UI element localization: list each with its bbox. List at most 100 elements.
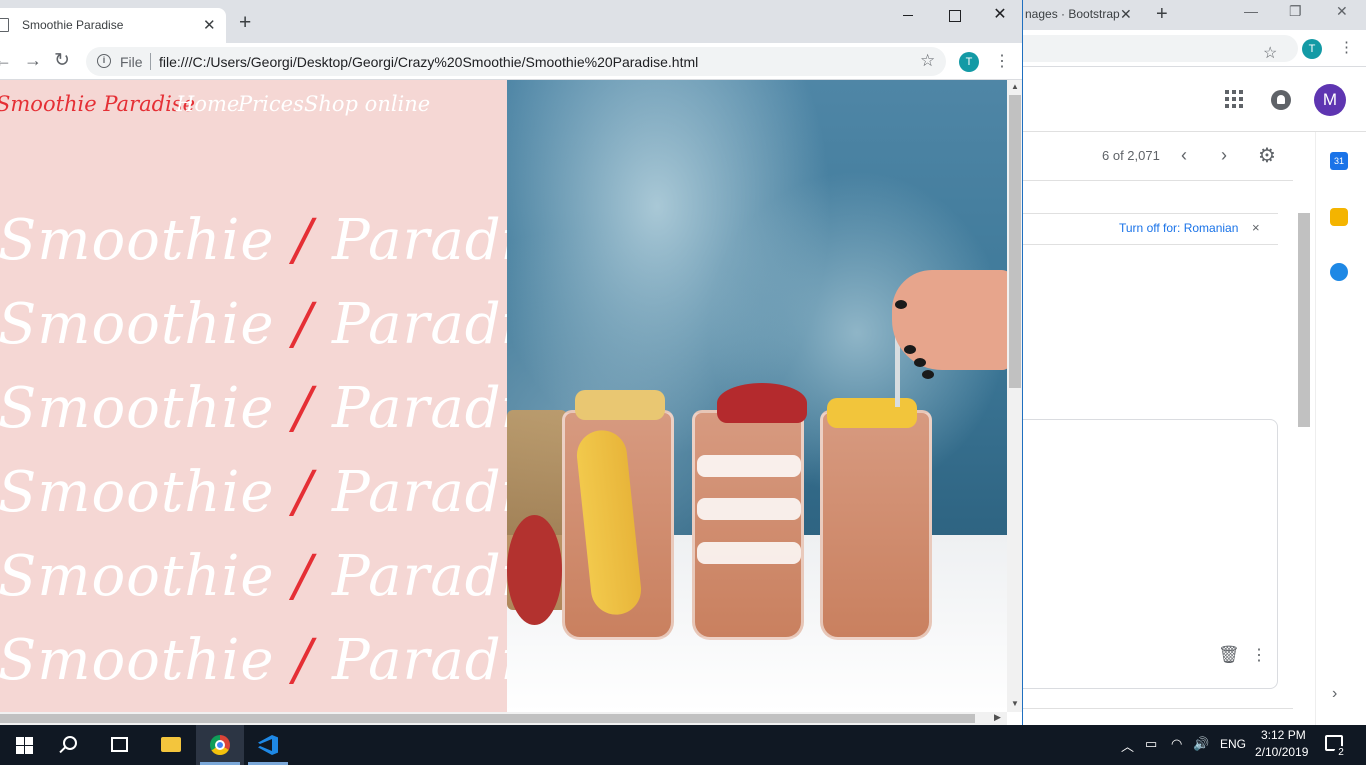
- background-tab-close-icon[interactable]: ✕: [1120, 6, 1132, 23]
- keep-icon[interactable]: [1330, 208, 1348, 226]
- apps-grid-icon[interactable]: [1225, 90, 1243, 108]
- gmail-side-panel: 31 ›: [1315, 132, 1366, 725]
- nav-link-prices[interactable]: Prices: [238, 92, 304, 116]
- more-options-icon[interactable]: ⋮: [1251, 645, 1267, 665]
- hero-text-panel: Smoothie Paradise Home Prices Shop onlin…: [0, 80, 583, 712]
- hero-word-smoothie: Smoothie: [0, 208, 275, 273]
- vertical-scrollbar-thumb[interactable]: [1009, 95, 1021, 388]
- hero-slash: /: [293, 208, 314, 273]
- background-tab-title: nages · Bootstrap: [1025, 7, 1120, 21]
- nav-link-shop-online[interactable]: Shop online: [304, 92, 430, 116]
- background-minimize-button[interactable]: —: [1244, 3, 1258, 19]
- calendar-icon[interactable]: 31: [1330, 152, 1348, 170]
- hero-heading-line: Smoothie / Paradise: [0, 460, 584, 544]
- url-separator: [150, 53, 151, 70]
- scroll-right-arrow-icon[interactable]: ▶: [994, 712, 1001, 723]
- vertical-scrollbar[interactable]: ▲ ▼: [1007, 80, 1022, 712]
- scroll-down-arrow-icon[interactable]: ▼: [1011, 699, 1019, 708]
- translate-turn-off-link[interactable]: Turn off for: Romanian: [1119, 221, 1238, 235]
- vscode-taskbar-button[interactable]: [244, 725, 292, 765]
- page-viewport: Smoothie Paradise Home Prices Shop onlin…: [0, 80, 1007, 712]
- horizontal-scrollbar-thumb[interactable]: [0, 714, 975, 723]
- settings-gear-icon[interactable]: ⚙: [1258, 143, 1276, 168]
- message-card: [1023, 419, 1278, 689]
- browser-toolbar: ← → ↻ i File file:///C:/Users/Georgi/Des…: [0, 43, 1022, 80]
- horizontal-scrollbar[interactable]: ▶: [0, 712, 1007, 725]
- language-indicator[interactable]: ENG: [1220, 737, 1246, 751]
- close-window-button[interactable]: ✕: [990, 7, 1010, 23]
- url-text[interactable]: file:///C:/Users/Georgi/Desktop/Georgi/C…: [159, 54, 698, 70]
- delete-trash-icon[interactable]: 🗑: [1218, 645, 1240, 665]
- notification-count-badge: 2: [1334, 746, 1348, 760]
- background-bookmark-star-icon[interactable]: ☆: [1263, 43, 1277, 63]
- search-icon[interactable]: [63, 736, 77, 750]
- clock-time[interactable]: 3:12 PM: [1261, 728, 1306, 742]
- hero-slash: /: [293, 544, 314, 609]
- smoothie-photo: [507, 80, 1007, 712]
- volume-icon[interactable]: 🔊: [1193, 736, 1209, 752]
- next-message-chevron-icon[interactable]: ›: [1221, 145, 1227, 166]
- profile-avatar[interactable]: T: [959, 52, 979, 72]
- tray-chevron-icon[interactable]: ︿: [1121, 736, 1134, 755]
- back-arrow-icon[interactable]: ←: [0, 50, 12, 71]
- start-icon[interactable]: [16, 737, 33, 754]
- photo-apple: [507, 515, 562, 625]
- tab-smoothie-paradise[interactable]: Smoothie Paradise ✕: [0, 8, 226, 43]
- photo-yogurt-stripe: [697, 542, 801, 564]
- background-restore-button[interactable]: ❐: [1289, 3, 1302, 20]
- gmail-scrollbar[interactable]: [1298, 213, 1310, 427]
- nav-link-home[interactable]: Home: [176, 92, 239, 116]
- background-browser-window[interactable]: nages · Bootstrap ✕ + — ❐ ✕ ☆ T ⋮ M 6 of…: [1023, 0, 1366, 725]
- hero-word-smoothie: Smoothie: [0, 460, 275, 525]
- tab-close-icon[interactable]: ✕: [203, 16, 216, 34]
- tabstrip: Smoothie Paradise ✕ + ✕: [0, 0, 1022, 43]
- reload-icon[interactable]: ↻: [54, 49, 70, 72]
- file-explorer-icon: [161, 737, 181, 752]
- tasks-icon[interactable]: [1330, 263, 1348, 281]
- background-close-window-button[interactable]: ✕: [1336, 3, 1348, 20]
- divider: [1023, 708, 1293, 709]
- photo-glass: [692, 410, 804, 640]
- background-address-bar[interactable]: ☆: [1023, 35, 1298, 62]
- photo-yogurt-stripe: [697, 498, 801, 520]
- scroll-up-arrow-icon[interactable]: ▲: [1011, 82, 1019, 91]
- bookmark-star-icon[interactable]: ☆: [920, 51, 935, 71]
- battery-icon[interactable]: ▭: [1145, 736, 1157, 752]
- file-explorer-taskbar-button[interactable]: [147, 725, 195, 765]
- background-profile-avatar[interactable]: T: [1302, 39, 1322, 59]
- scheme-label: File: [120, 54, 143, 70]
- hero-word-smoothie: Smoothie: [0, 544, 275, 609]
- chrome-icon: [210, 735, 230, 755]
- browser-window: Smoothie Paradise ✕ + ✕ ← → ↻ i File fil…: [0, 0, 1023, 725]
- browser-menu-icon[interactable]: ⋮: [994, 51, 1010, 71]
- forward-arrow-icon[interactable]: →: [24, 50, 42, 71]
- background-new-tab-button[interactable]: +: [1156, 3, 1168, 26]
- address-bar[interactable]: i File file:///C:/Users/Georgi/Desktop/G…: [86, 47, 946, 76]
- previous-message-chevron-icon[interactable]: ‹: [1181, 145, 1187, 166]
- expand-side-panel-chevron-icon[interactable]: ›: [1332, 685, 1337, 703]
- minimize-button[interactable]: [898, 7, 918, 23]
- hero-heading-line: Smoothie / Paradise: [0, 376, 584, 460]
- translate-bar-close-icon[interactable]: ×: [1252, 220, 1260, 235]
- hero-heading-line: Smoothie / Paradise: [0, 208, 584, 292]
- site-info-icon[interactable]: i: [97, 54, 111, 68]
- wifi-icon[interactable]: ◠: [1171, 736, 1182, 752]
- site-brand-link[interactable]: Smoothie Paradise: [0, 92, 195, 116]
- maximize-button[interactable]: [944, 7, 964, 23]
- new-tab-button[interactable]: +: [239, 12, 251, 33]
- task-view-icon[interactable]: [111, 737, 128, 752]
- vscode-icon: [258, 735, 278, 755]
- account-avatar[interactable]: M: [1314, 84, 1346, 116]
- photo-topping: [575, 390, 665, 420]
- photo-hand: [892, 270, 1007, 379]
- hero-slash: /: [293, 376, 314, 441]
- chrome-taskbar-button[interactable]: [196, 725, 244, 765]
- background-menu-icon[interactable]: ⋮: [1339, 38, 1354, 56]
- hero-slash: /: [293, 460, 314, 525]
- hero-slash: /: [293, 628, 314, 693]
- clock-date[interactable]: 2/10/2019: [1255, 745, 1308, 759]
- background-tab[interactable]: nages · Bootstrap ✕: [1023, 0, 1141, 30]
- page-icon: [0, 18, 9, 32]
- notifications-bell-icon[interactable]: [1271, 90, 1291, 110]
- hero-word-smoothie: Smoothie: [0, 628, 275, 693]
